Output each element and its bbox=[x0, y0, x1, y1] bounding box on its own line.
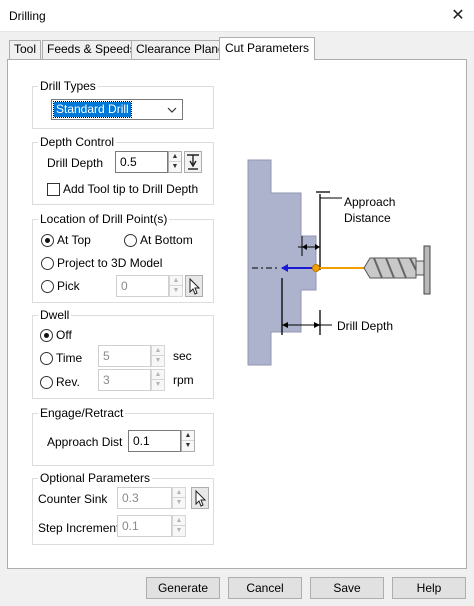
counter-sink-label: Counter Sink bbox=[38, 492, 108, 506]
at-top-label: At Top bbox=[57, 233, 91, 247]
dwell-time-stepper[interactable]: ▲ ▼ bbox=[151, 345, 165, 367]
drill-depth-input[interactable]: 0.5 bbox=[115, 151, 168, 173]
chevron-down-icon bbox=[167, 107, 177, 113]
close-icon[interactable]: ✕ bbox=[447, 5, 469, 27]
drill-types-label: Drill Types bbox=[38, 79, 98, 93]
stepper-down-icon[interactable]: ▼ bbox=[173, 526, 185, 536]
dwell-off-radio[interactable] bbox=[40, 329, 53, 342]
approach-dist-stepper[interactable]: ▲ ▼ bbox=[181, 430, 195, 452]
stepper-up-icon[interactable]: ▲ bbox=[173, 516, 185, 526]
tab-feeds-speeds[interactable]: Feeds & Speeds bbox=[42, 40, 141, 59]
save-button[interactable]: Save bbox=[310, 577, 384, 599]
cursor-icon bbox=[195, 489, 207, 507]
dwell-time-input[interactable]: 5 bbox=[98, 345, 151, 367]
cursor-icon bbox=[189, 277, 201, 295]
stepper-down-icon[interactable]: ▼ bbox=[169, 162, 181, 172]
approach-distance-caption-1: Approach bbox=[344, 195, 396, 209]
counter-sink-pick-button[interactable] bbox=[191, 487, 209, 509]
pick-point-button[interactable] bbox=[185, 275, 203, 297]
dwell-label: Dwell bbox=[38, 308, 72, 322]
approach-dist-input[interactable]: 0.1 bbox=[128, 430, 181, 452]
dwell-rev-input[interactable]: 3 bbox=[98, 369, 151, 391]
help-button[interactable]: Help bbox=[392, 577, 466, 599]
step-increment-stepper[interactable]: ▲ ▼ bbox=[172, 515, 186, 537]
pick-stepper[interactable]: ▲ ▼ bbox=[169, 275, 183, 297]
stepper-down-icon[interactable]: ▼ bbox=[170, 286, 182, 296]
dwell-off-label: Off bbox=[56, 328, 72, 342]
dwell-time-radio[interactable] bbox=[40, 352, 53, 365]
generate-button[interactable]: Generate bbox=[146, 577, 220, 599]
optional-parameters-label: Optional Parameters bbox=[38, 471, 153, 485]
dwell-time-unit: sec bbox=[173, 349, 192, 363]
depth-control-label: Depth Control bbox=[38, 135, 117, 149]
counter-sink-stepper[interactable]: ▲ ▼ bbox=[172, 487, 186, 509]
at-bottom-radio[interactable] bbox=[124, 234, 137, 247]
drill-depth-stepper[interactable]: ▲ ▼ bbox=[168, 151, 182, 173]
stepper-down-icon[interactable]: ▼ bbox=[152, 356, 164, 366]
dwell-rev-radio[interactable] bbox=[40, 376, 53, 389]
window-title: Drilling bbox=[9, 9, 46, 23]
dwell-rev-label: Rev. bbox=[56, 375, 80, 389]
drilling-diagram bbox=[247, 159, 431, 366]
at-bottom-label: At Bottom bbox=[140, 233, 193, 247]
drill-type-selected-value: Standard Drill bbox=[53, 101, 132, 118]
project-3d-label: Project to 3D Model bbox=[57, 256, 163, 270]
tab-tool[interactable]: Tool bbox=[9, 40, 42, 59]
drill-depth-label: Drill Depth bbox=[47, 156, 104, 170]
stepper-up-icon[interactable]: ▲ bbox=[152, 370, 164, 380]
stepper-down-icon[interactable]: ▼ bbox=[152, 380, 164, 390]
tool-tip-depth-button[interactable] bbox=[184, 151, 202, 173]
step-increment-label: Step Increment bbox=[38, 521, 120, 535]
stepper-up-icon[interactable]: ▲ bbox=[182, 431, 194, 441]
cancel-button[interactable]: Cancel bbox=[228, 577, 302, 599]
stepper-up-icon[interactable]: ▲ bbox=[169, 152, 181, 162]
at-top-radio[interactable] bbox=[41, 234, 54, 247]
approach-dist-label: Approach Dist bbox=[47, 435, 123, 449]
tab-cut-parameters[interactable]: Cut Parameters bbox=[219, 37, 316, 60]
approach-distance-caption-2: Distance bbox=[344, 211, 391, 225]
pick-label: Pick bbox=[57, 279, 80, 293]
drill-bit-graphic bbox=[363, 245, 431, 295]
project-3d-radio[interactable] bbox=[41, 257, 54, 270]
stepper-up-icon[interactable]: ▲ bbox=[152, 346, 164, 356]
drill-type-select[interactable]: Standard Drill bbox=[51, 99, 183, 120]
stepper-down-icon[interactable]: ▼ bbox=[182, 441, 194, 451]
pick-input[interactable]: 0 bbox=[116, 275, 169, 297]
engage-retract-label: Engage/Retract bbox=[38, 406, 126, 420]
dwell-rev-unit: rpm bbox=[173, 373, 194, 387]
dwell-time-label: Time bbox=[56, 351, 83, 365]
tab-clearance-plane[interactable]: Clearance Plane bbox=[131, 40, 230, 59]
drill-depth-caption: Drill Depth bbox=[337, 319, 394, 333]
pick-radio[interactable] bbox=[41, 280, 54, 293]
stepper-up-icon[interactable]: ▲ bbox=[173, 488, 185, 498]
location-label: Location of Drill Point(s) bbox=[38, 212, 170, 226]
stepper-down-icon[interactable]: ▼ bbox=[173, 498, 185, 508]
dwell-rev-stepper[interactable]: ▲ ▼ bbox=[151, 369, 165, 391]
title-bar bbox=[0, 0, 474, 32]
add-tool-tip-label: Add Tool tip to Drill Depth bbox=[63, 182, 199, 196]
tool-depth-icon bbox=[187, 154, 199, 170]
counter-sink-input[interactable]: 0.3 bbox=[117, 487, 172, 509]
step-increment-input[interactable]: 0.1 bbox=[117, 515, 172, 537]
add-tool-tip-checkbox[interactable] bbox=[47, 183, 60, 196]
stepper-up-icon[interactable]: ▲ bbox=[170, 276, 182, 286]
